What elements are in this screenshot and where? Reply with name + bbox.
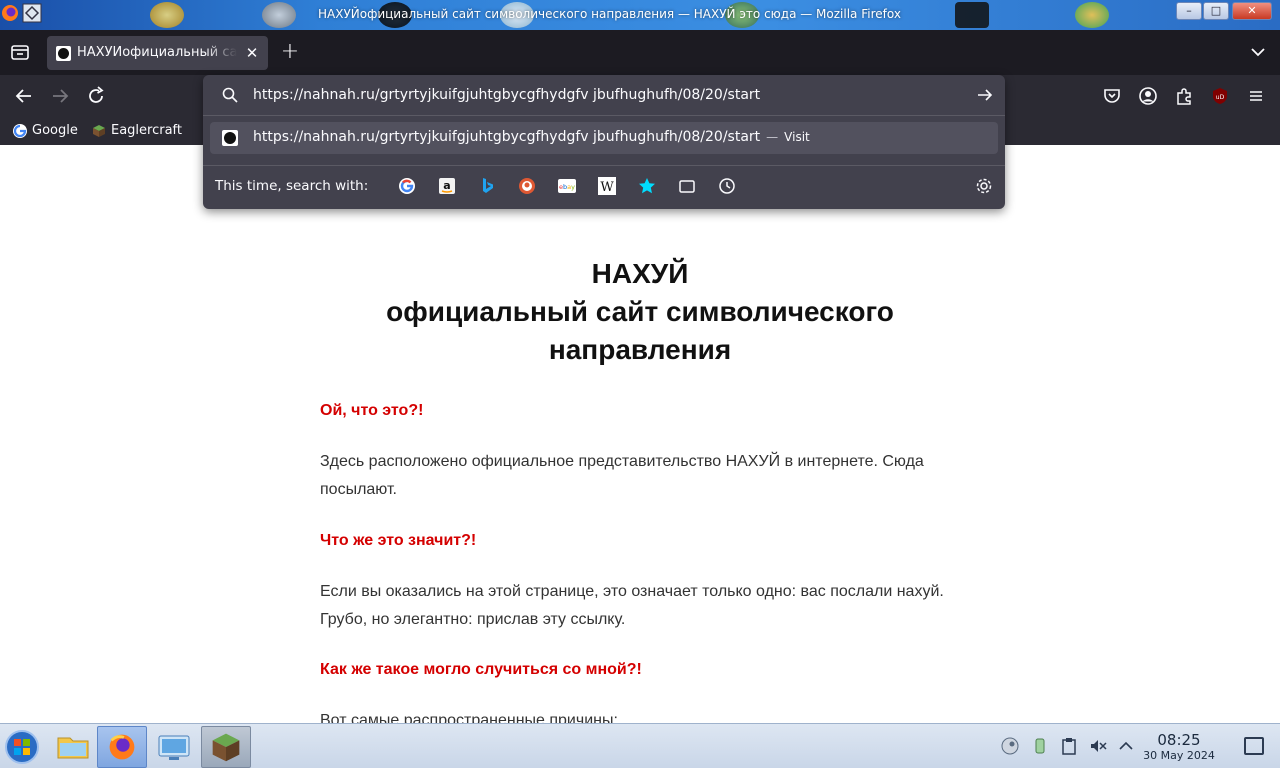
- one-off-search-bar: This time, search with: a ebay W: [203, 165, 1005, 205]
- desktop-decoration: [1075, 2, 1109, 28]
- taskbar-clock[interactable]: 08:25 30 May 2024: [1134, 732, 1224, 763]
- bookmark-google[interactable]: Google: [10, 121, 78, 141]
- url-suggestion-row[interactable]: https://nahnah.ru/grtyrtyjkuifgjuhtgbycg…: [210, 122, 998, 154]
- search-with-label: This time, search with:: [215, 178, 369, 194]
- desktop-decoration: [955, 2, 989, 28]
- tabs-icon[interactable]: [677, 176, 697, 196]
- minimize-button[interactable]: –: [1176, 2, 1202, 20]
- reload-icon[interactable]: [84, 84, 108, 108]
- close-tab-icon[interactable]: ✕: [242, 43, 262, 63]
- section-paragraph: Здесь расположено официальное представит…: [320, 453, 924, 498]
- site-favicon-icon: [222, 130, 238, 146]
- divider: [203, 115, 1005, 116]
- chevron-down-icon[interactable]: [1248, 42, 1268, 62]
- network-settings-icon[interactable]: [149, 726, 199, 768]
- go-arrow-icon[interactable]: [975, 85, 995, 105]
- minecraft-icon[interactable]: [201, 726, 251, 768]
- suggestion-url: https://nahnah.ru/grtyrtyjkuifgjuhtgbycg…: [253, 129, 761, 145]
- taskbar: 08:25 30 May 2024: [0, 723, 1280, 768]
- urlbar-dropdown: https://nahnah.ru/grtyrtyjkuifgjuhtgbycg…: [203, 75, 1005, 209]
- volume-muted-icon[interactable]: [1088, 736, 1108, 756]
- account-icon[interactable]: [1137, 85, 1159, 107]
- maximize-button[interactable]: □: [1203, 2, 1229, 20]
- page-title-line: НАХУЙ: [591, 258, 689, 289]
- clock-date: 30 May 2024: [1143, 749, 1215, 762]
- suggestion-separator: —: [766, 130, 779, 144]
- steam-tray-icon[interactable]: [1000, 736, 1020, 756]
- clock-time: 08:25: [1157, 731, 1201, 749]
- bookmark-eaglercraft[interactable]: Eaglercraft: [89, 121, 182, 141]
- page-content: НАХУЙ официальный сайт символического на…: [0, 145, 1280, 723]
- amazon-icon[interactable]: a: [437, 176, 457, 196]
- clipboard-tray-icon[interactable]: [1059, 736, 1079, 756]
- tab-label: НАХУЙофициальный сайт символического нап…: [77, 45, 237, 60]
- page-title-line: официальный сайт символического: [386, 296, 894, 327]
- search-icon: [221, 86, 239, 104]
- section-heading: Что же это значит?!: [320, 532, 477, 549]
- svg-text:W: W: [600, 180, 614, 195]
- firefox-taskbar-icon[interactable]: [97, 726, 147, 768]
- window-title-bar: НАХУЙофициальный сайт символического нап…: [0, 0, 1280, 30]
- desktop-decoration: [150, 2, 184, 28]
- desktop-decoration: [262, 2, 296, 28]
- window-title: НАХУЙофициальный сайт символического нап…: [318, 7, 901, 21]
- window-menu-icon[interactable]: [22, 3, 42, 23]
- history-icon[interactable]: [717, 176, 737, 196]
- suggestion-text: https://nahnah.ru/grtyrtyjkuifgjuhtgbycg…: [253, 129, 810, 145]
- google-icon: [12, 123, 28, 139]
- page-title-line: направления: [548, 334, 732, 365]
- svg-text:ebay: ebay: [559, 183, 575, 191]
- url-input[interactable]: [253, 84, 953, 106]
- close-window-button[interactable]: ✕: [1232, 2, 1272, 20]
- bing-icon[interactable]: [477, 176, 497, 196]
- grass-block-icon: [91, 123, 107, 139]
- duckduckgo-icon[interactable]: [517, 176, 537, 196]
- site-favicon-icon: [56, 46, 71, 61]
- google-icon[interactable]: [397, 176, 417, 196]
- tab-active[interactable]: НАХУЙофициальный сайт символического нап…: [47, 36, 268, 70]
- section-paragraph: Если вы оказались на этой странице, это …: [320, 583, 944, 628]
- svg-text:uD: uD: [1216, 94, 1225, 101]
- show-desktop-icon[interactable]: [1244, 737, 1264, 755]
- firefox-icon[interactable]: [0, 3, 20, 23]
- back-arrow-icon[interactable]: [12, 84, 36, 108]
- tab-strip: НАХУЙофициальный сайт символического нап…: [0, 30, 1280, 75]
- firefox-view-icon[interactable]: [8, 40, 32, 64]
- ublock-origin-icon[interactable]: uD: [1209, 85, 1231, 107]
- suggestion-action: Visit: [784, 130, 810, 144]
- bookmarks-icon[interactable]: [637, 176, 657, 196]
- section-heading: Как же такое могло случиться со мной?!: [320, 661, 642, 678]
- hamburger-menu-icon[interactable]: [1245, 85, 1267, 107]
- section-heading: Ой, что это?!: [320, 402, 424, 419]
- section-paragraph: Вот самые распространенные причины:: [320, 712, 618, 723]
- svg-text:a: a: [443, 179, 450, 192]
- start-button[interactable]: [0, 726, 50, 768]
- extensions-icon[interactable]: [1173, 85, 1195, 107]
- gear-icon[interactable]: [975, 177, 993, 195]
- forward-arrow-icon[interactable]: [48, 84, 72, 108]
- ebay-icon[interactable]: ebay: [557, 176, 577, 196]
- page-title: НАХУЙ официальный сайт символического на…: [300, 255, 980, 369]
- usb-tray-icon[interactable]: [1030, 736, 1050, 756]
- wikipedia-icon[interactable]: W: [597, 176, 617, 196]
- new-tab-button[interactable]: +: [279, 41, 301, 63]
- file-manager-icon[interactable]: [48, 726, 98, 768]
- pocket-icon[interactable]: [1101, 85, 1123, 107]
- chevron-up-icon[interactable]: [1116, 736, 1136, 756]
